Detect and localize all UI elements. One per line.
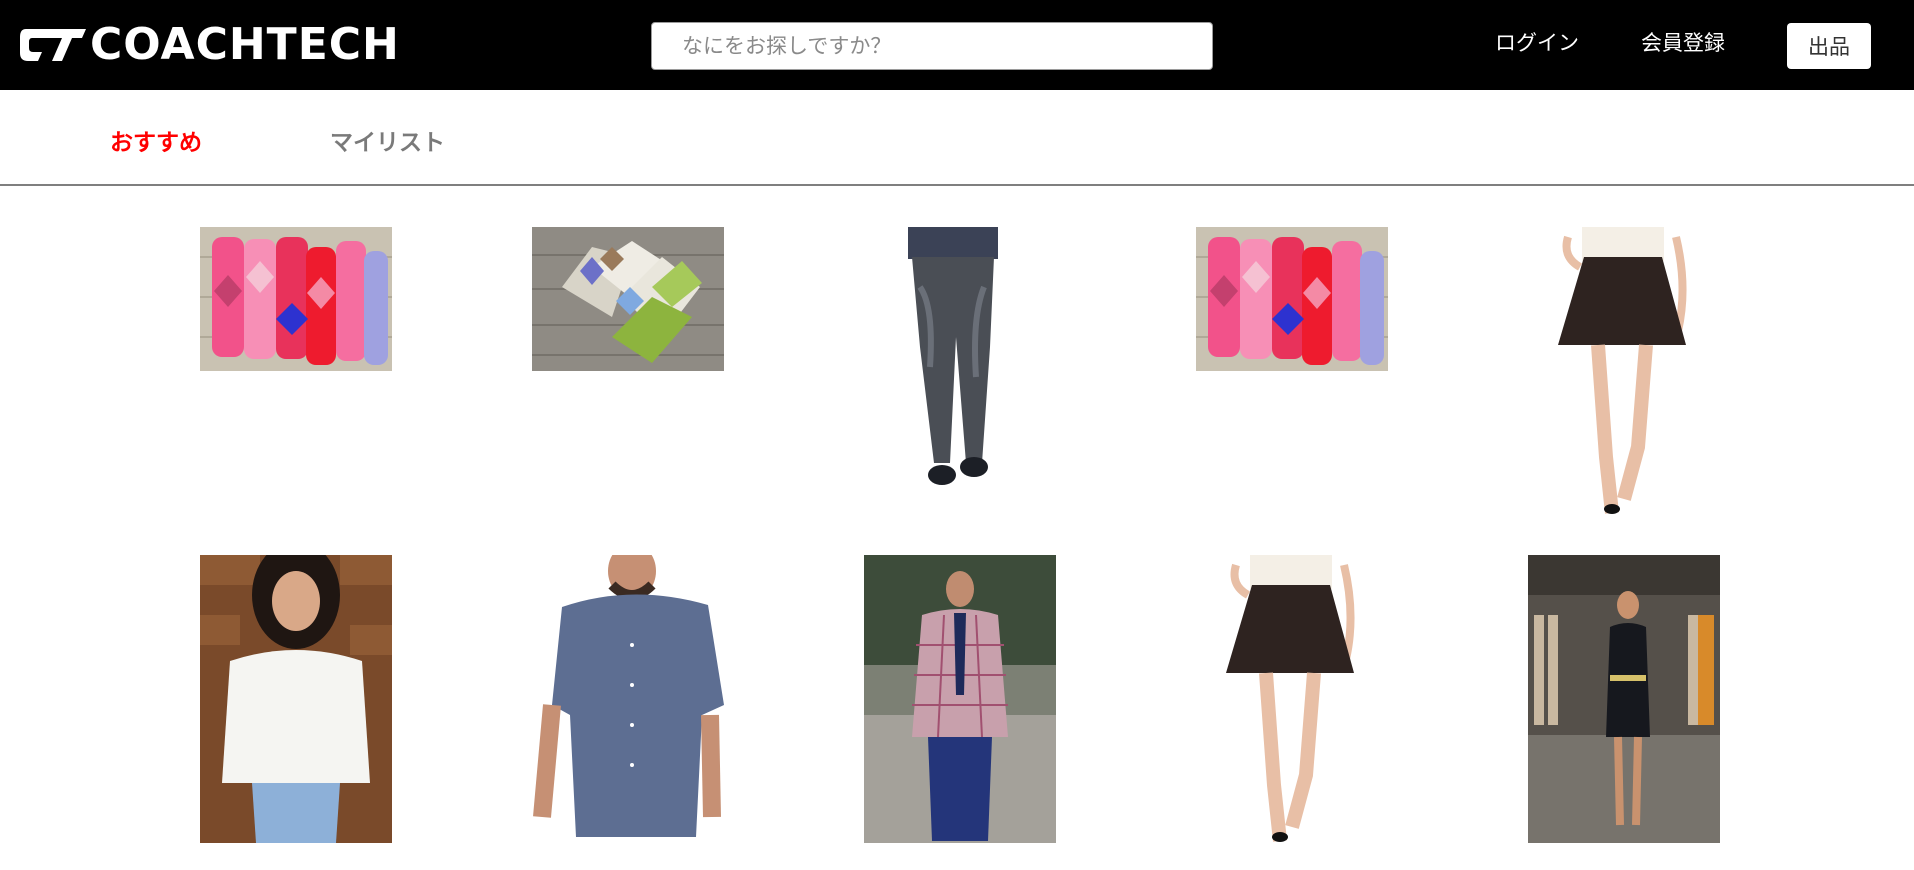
pink-argyle-socks-image (1196, 227, 1388, 371)
pink-argyle-socks-image (200, 227, 392, 371)
item-card-green-socks[interactable] (532, 227, 724, 371)
item-card-pink-socks-2[interactable] (1196, 227, 1388, 371)
search-input[interactable] (651, 22, 1213, 70)
item-card-pink-socks[interactable] (200, 227, 392, 371)
item-card-blue-shirt[interactable] (532, 555, 724, 843)
woman-white-blouse-image (200, 555, 392, 843)
sell-button[interactable]: 出品 (1787, 23, 1871, 69)
login-link[interactable]: ログイン (1495, 28, 1579, 58)
woman-black-dress-image (1528, 555, 1720, 843)
man-plaid-blazer-image (864, 555, 1056, 843)
black-skirt-image (1528, 227, 1720, 515)
ct-logo-icon (20, 29, 86, 61)
item-card-black-dress[interactable] (1528, 555, 1720, 843)
black-skirt-image (1196, 555, 1388, 843)
item-card-white-blouse[interactable] (200, 555, 392, 843)
tab-recommend[interactable]: おすすめ (110, 128, 202, 158)
green-argyle-socks-image (532, 227, 724, 371)
coachtech-logo[interactable]: COACHTECH (20, 22, 400, 68)
logo-text: COACHTECH (90, 19, 400, 70)
jeans-image (864, 227, 1056, 515)
item-card-jeans[interactable] (864, 227, 1056, 515)
item-card-black-skirt-2[interactable] (1196, 555, 1388, 843)
blue-shirt-image (532, 555, 724, 843)
item-card-black-skirt[interactable] (1528, 227, 1720, 515)
item-card-plaid-blazer[interactable] (864, 555, 1056, 843)
tab-mylist[interactable]: マイリスト (330, 128, 445, 158)
register-link[interactable]: 会員登録 (1641, 28, 1725, 58)
item-tabs: おすすめ マイリスト (0, 90, 1914, 186)
site-header: COACHTECH ログイン 会員登録 出品 (0, 0, 1914, 90)
